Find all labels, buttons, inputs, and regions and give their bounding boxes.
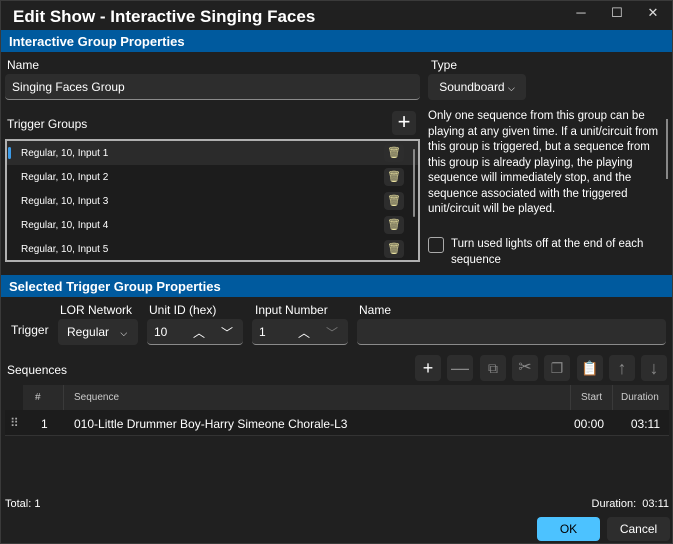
list-item[interactable]: Regular, 10, Input 4 🗑 [7,213,418,237]
trigger-label: Trigger [11,323,49,337]
trigger-groups-label: Trigger Groups [7,117,88,131]
type-value: Soundboard [439,80,505,94]
input-number-stepper[interactable]: 1 ︿ ﹀ [252,319,348,345]
unit-id-value: 10 [154,325,168,339]
trigger-groups-list: Regular, 10, Input 1 🗑 Regular, 10, Input… [5,139,420,262]
item-label: Regular, 10, Input 1 [21,147,109,159]
add-trigger-group-button[interactable]: + [392,111,416,135]
chevron-down-icon[interactable]: ﹀ [221,324,233,341]
col-sequence[interactable]: Sequence [74,392,119,403]
network-value: Regular [67,325,110,339]
chevron-down-icon[interactable]: ﹀ [326,324,338,341]
trash-icon[interactable]: 🗑 [384,192,404,210]
row-duration: 03:11 [630,417,660,431]
trash-icon[interactable]: 🗑 [384,144,404,162]
lights-off-label: Turn used lights off at the end of each … [451,238,644,266]
maximize-button[interactable]: ☐ [602,5,632,25]
unit-id-stepper[interactable]: 10 ︿ ﹀ [147,319,243,345]
item-label: Regular, 10, Input 5 [21,243,109,255]
trash-icon[interactable]: 🗑 [384,240,404,258]
cut-button[interactable]: ✂ [512,355,538,381]
move-down-button[interactable]: ↓ [641,355,667,381]
input-number-value: 1 [259,325,266,339]
drag-handle-icon[interactable]: ⠿ [10,416,19,430]
move-up-button[interactable]: ↑ [609,355,635,381]
name-label: Name [7,58,40,72]
ok-button[interactable]: OK [537,517,600,541]
lights-off-checkbox[interactable] [428,237,444,253]
trash-icon[interactable]: 🗑 [384,216,404,234]
chevron-down-icon: ⌵ [507,83,515,93]
minimize-button[interactable]: ─ [566,5,596,25]
item-label: Regular, 10, Input 4 [21,219,109,231]
input-number-label: Input Number [255,303,328,317]
close-button[interactable]: ✕ [638,5,668,25]
window-title: Edit Show - Interactive Singing Faces [13,7,316,26]
row-sequence: 010-Little Drummer Boy-Harry Simeone Cho… [74,417,348,431]
table-row[interactable]: ⠿ 1 010-Little Drummer Boy-Harry Simeone… [5,410,669,436]
trash-icon[interactable]: 🗑 [384,168,404,186]
chevron-up-icon[interactable]: ︿ [298,324,310,341]
col-start[interactable]: Start [581,392,602,403]
list-item[interactable]: Regular, 10, Input 2 🗑 [7,165,418,189]
sequences-label: Sequences [7,363,68,377]
item-label: Regular, 10, Input 2 [21,171,109,183]
unit-id-label: Unit ID (hex) [149,303,217,317]
selected-trigger-header: Selected Trigger Group Properties [1,275,672,297]
row-num: 1 [41,417,48,431]
table-header: # Sequence Start Duration [23,385,669,410]
list-item[interactable]: Regular, 10, Input 5 🗑 [7,237,418,261]
copy-button[interactable]: ❐ [544,355,570,381]
type-dropdown[interactable]: Soundboard ⌵ [428,74,526,100]
duplicate-button[interactable]: ⧉ [480,355,506,381]
description-text: Only one sequence from this group can be… [428,110,659,215]
group-properties-header: Interactive Group Properties [1,30,672,52]
total-duration: Duration: 03:11 [591,498,669,510]
network-dropdown[interactable]: Regular ⌵ [58,319,138,345]
row-start: 00:00 [574,417,605,431]
network-label: LOR Network [60,303,133,317]
list-item[interactable]: Regular, 10, Input 1 🗑 [7,141,418,165]
name-input[interactable]: Singing Faces Group [5,74,420,100]
list-scrollbar[interactable] [413,149,415,217]
list-item[interactable]: Regular, 10, Input 3 🗑 [7,189,418,213]
total-count: Total: 1 [5,498,41,510]
paste-button[interactable]: 📋 [577,355,603,381]
type-label: Type [431,58,458,72]
chevron-up-icon[interactable]: ︿ [193,324,205,341]
item-label: Regular, 10, Input 3 [21,195,109,207]
trigger-name-input[interactable] [357,319,666,345]
remove-sequence-button[interactable]: — [447,355,473,381]
cancel-button[interactable]: Cancel [607,517,670,541]
description-scrollbar[interactable] [666,119,668,179]
col-num[interactable]: # [35,392,41,403]
chevron-down-icon: ⌵ [120,328,128,338]
trigger-name-label: Name [359,303,392,317]
col-duration[interactable]: Duration [621,392,659,403]
add-sequence-button[interactable]: + [415,355,441,381]
